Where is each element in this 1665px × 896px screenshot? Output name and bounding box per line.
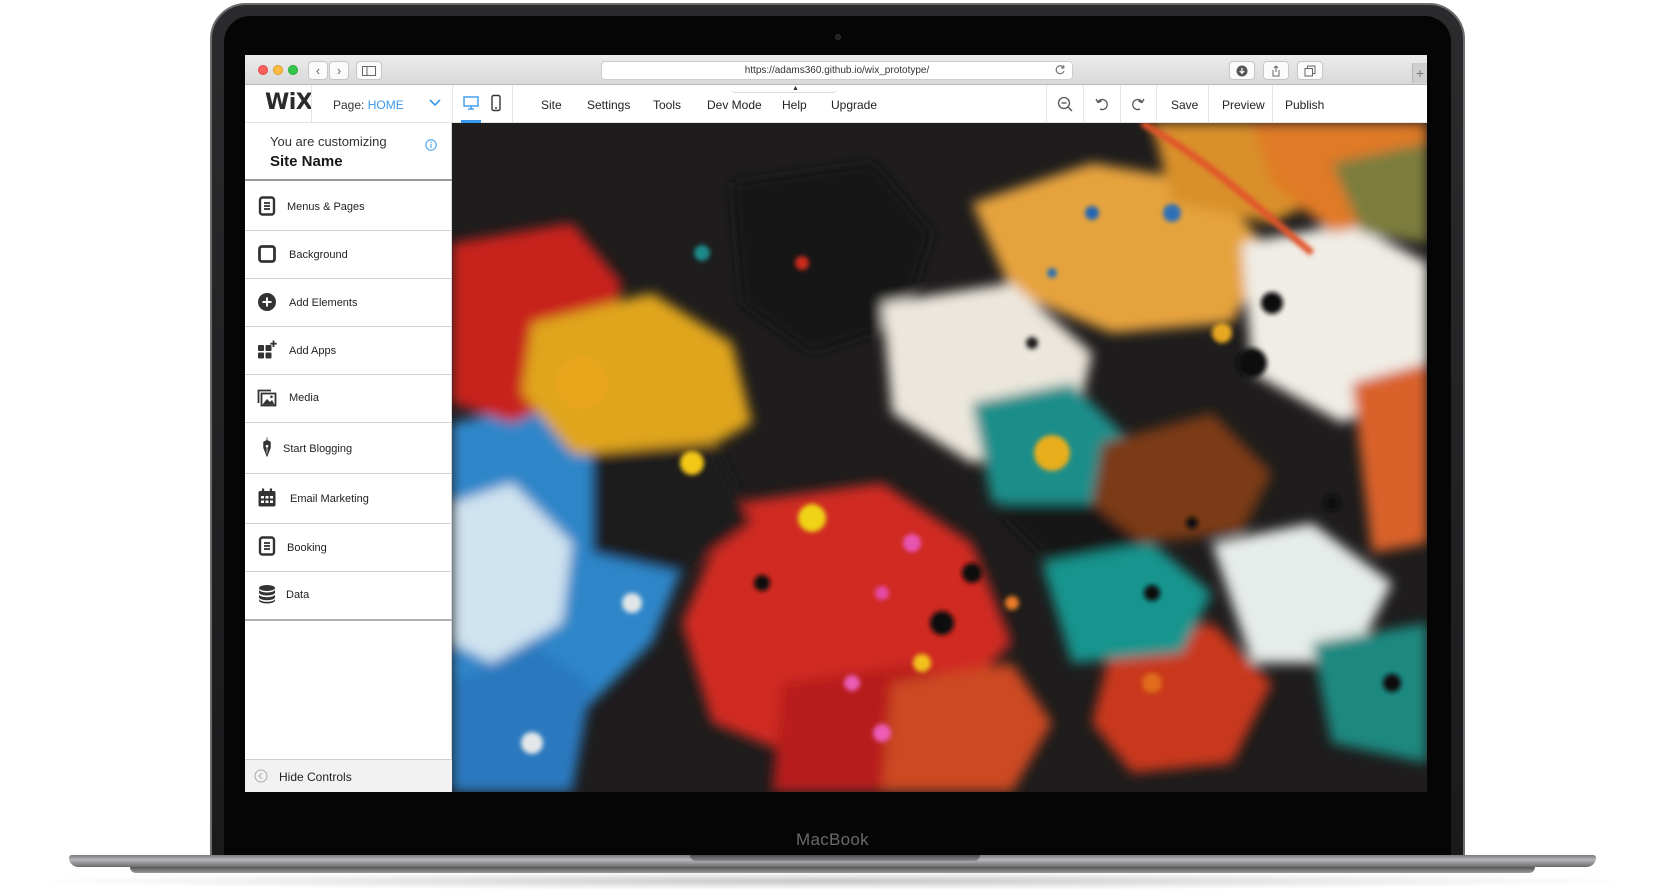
sidebar-item-label: Menus & Pages (287, 201, 365, 213)
preview-button[interactable]: Preview (1222, 98, 1265, 112)
sidebar-item-background[interactable]: Background (245, 231, 452, 279)
sidebar-item-add-apps[interactable]: Add Apps (245, 327, 452, 375)
menu-tools[interactable]: Tools (653, 98, 681, 112)
zoom-window-button[interactable] (288, 65, 298, 75)
divider (245, 619, 452, 621)
sidebar-item-label: Start Blogging (283, 443, 353, 455)
save-button[interactable]: Save (1171, 98, 1198, 112)
page-selector-value: HOME (367, 98, 404, 112)
minimize-window-button[interactable] (273, 65, 283, 75)
sidebar-toggle-button[interactable] (356, 61, 382, 80)
reload-icon[interactable] (1054, 64, 1066, 76)
sidebar-item-label: Booking (287, 542, 327, 554)
sidebar-item-start-blogging[interactable]: Start Blogging (245, 423, 452, 474)
sidebar-item-booking[interactable]: Booking (245, 524, 452, 572)
undo-icon[interactable] (1093, 95, 1111, 113)
page-icon (258, 536, 276, 556)
sidebar-item-media[interactable]: Media (245, 375, 452, 423)
divider (1272, 85, 1273, 123)
divider (452, 85, 453, 123)
mobile-view-icon[interactable] (487, 94, 505, 112)
divider (1046, 85, 1047, 123)
menu-upgrade[interactable]: Upgrade (831, 98, 877, 112)
sidebar-item-menus-pages[interactable]: Menus & Pages (245, 183, 452, 231)
url-text: https://adams360.github.io/wix_prototype… (744, 65, 930, 76)
share-button[interactable] (1263, 61, 1289, 80)
site-canvas[interactable] (452, 123, 1427, 792)
calendar-icon (258, 488, 276, 507)
tabs-overview-button[interactable] (1297, 61, 1323, 80)
forward-button[interactable]: › (329, 61, 349, 80)
topbar-pull-tab[interactable] (731, 85, 837, 93)
sidebar-subtitle: You are customizing (270, 134, 387, 149)
wix-logo: WiX (265, 90, 313, 115)
customize-sidebar: You are customizing Site Name Menus & Pa… (245, 123, 452, 792)
editor-topbar: WiX Page: HOME ▲ Site Settings Tools Dev… (245, 85, 1427, 123)
database-icon (259, 585, 275, 604)
sidebar-item-email-marketing[interactable]: Email Marketing (245, 474, 452, 524)
chevron-up-icon: ▲ (792, 85, 799, 92)
publish-button[interactable]: Publish (1285, 98, 1324, 112)
hide-controls-label: Hide Controls (279, 770, 352, 784)
sidebar-header: You are customizing Site Name (245, 123, 452, 181)
sidebar-item-label: Data (286, 589, 310, 601)
sidebar-item-data[interactable]: Data (245, 572, 452, 619)
menu-site[interactable]: Site (541, 98, 562, 112)
redo-icon[interactable] (1129, 95, 1147, 113)
pen-nib-icon (263, 437, 271, 457)
macbook-brand-label: MacBook (796, 830, 869, 849)
download-icon (1236, 65, 1248, 76)
page-selector[interactable]: Page: HOME (333, 98, 404, 112)
page-selector-label: Page: (333, 98, 365, 112)
divider (1208, 85, 1209, 123)
chevron-down-icon[interactable] (428, 95, 442, 109)
sidebar-icon (362, 65, 376, 76)
menu-settings[interactable]: Settings (587, 98, 630, 112)
downloads-button[interactable] (1229, 61, 1255, 80)
hide-controls-button[interactable]: Hide Controls (245, 759, 452, 792)
divider (1120, 85, 1121, 123)
page-icon (258, 196, 276, 216)
site-name: Site Name (270, 153, 343, 170)
divider (512, 85, 513, 123)
chevron-right-icon: › (336, 63, 342, 78)
sidebar-item-label: Add Apps (289, 345, 337, 357)
back-button[interactable]: ‹ (308, 61, 328, 80)
divider (1083, 85, 1084, 123)
menu-dev-mode[interactable]: Dev Mode (707, 98, 762, 112)
new-tab-button[interactable]: + (1412, 63, 1427, 83)
menu-help[interactable]: Help (782, 98, 807, 112)
laptop-base-notch (690, 855, 980, 861)
close-window-button[interactable] (258, 65, 268, 75)
divider (1156, 85, 1157, 123)
camera-icon (835, 34, 841, 40)
plus-circle-icon (258, 293, 276, 311)
sidebar-item-label: Add Elements (289, 297, 358, 309)
screen: ‹ › https://adams360.github.io/wix_proto… (245, 55, 1427, 792)
chevron-left-circle-icon (254, 769, 268, 783)
zoom-out-icon[interactable] (1056, 95, 1074, 113)
info-icon[interactable] (425, 139, 437, 151)
sidebar-item-label: Background (289, 249, 348, 261)
device-shadow (40, 872, 1625, 890)
paint-background-image (452, 123, 1427, 792)
desktop-view-icon[interactable] (462, 94, 480, 112)
media-icon (257, 389, 277, 407)
divider (311, 85, 312, 123)
sidebar-item-label: Email Marketing (290, 493, 369, 505)
tabs-icon (1304, 65, 1316, 76)
sidebar-item-label: Media (289, 392, 319, 404)
square-icon (258, 245, 276, 263)
chevron-left-icon: ‹ (315, 63, 321, 78)
address-bar[interactable]: https://adams360.github.io/wix_prototype… (601, 61, 1073, 80)
sidebar-item-add-elements[interactable]: Add Elements (245, 279, 452, 327)
apps-grid-icon (258, 340, 277, 359)
laptop-base-bottom (130, 867, 1535, 873)
browser-toolbar: ‹ › https://adams360.github.io/wix_proto… (245, 55, 1427, 85)
share-icon (1272, 64, 1280, 76)
